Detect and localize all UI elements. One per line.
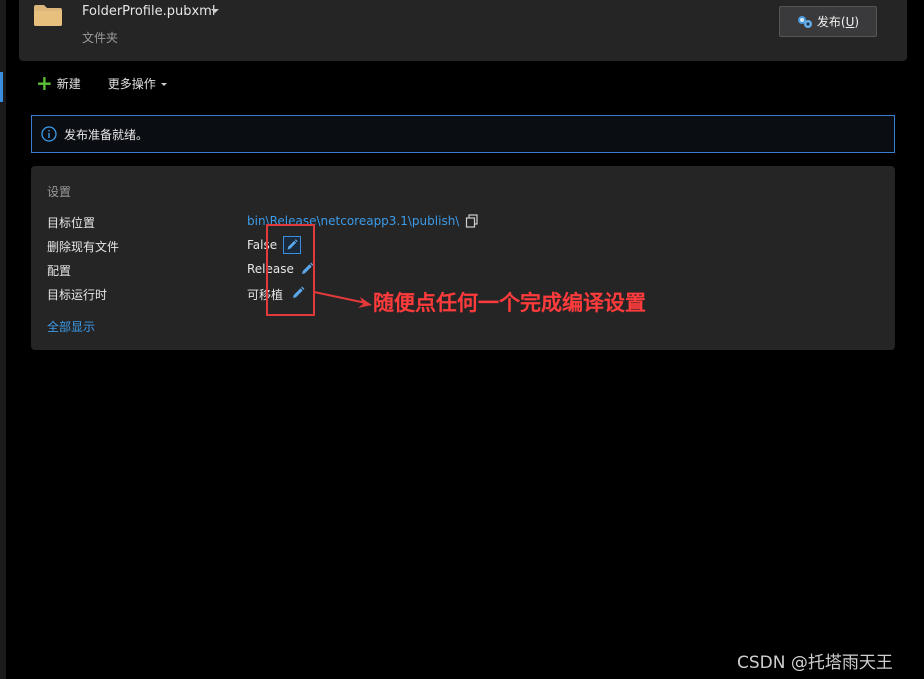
info-icon [41, 126, 57, 142]
plus-icon: + [36, 71, 53, 95]
publish-label: 发布(U) [816, 15, 860, 29]
annotation-arrow [313, 291, 372, 308]
more-actions-label: 更多操作 [107, 76, 156, 91]
settings-title: 设置 [47, 185, 72, 199]
annotation-box [266, 224, 315, 316]
profile-type: 文件夹 [82, 31, 119, 45]
setting-label-target-location: 目标位置 [47, 216, 96, 230]
annotation-text: 随便点任何一个完成编译设置 [373, 291, 646, 315]
setting-label-delete-existing: 删除现有文件 [47, 240, 120, 254]
left-accent-marker [0, 72, 3, 102]
more-actions-button[interactable]: 更多操作 [108, 75, 167, 92]
copy-icon[interactable] [465, 214, 479, 228]
settings-panel: 设置 目标位置 bin\Release\netcoreapp3.1\publis… [31, 166, 895, 350]
setting-label-target-runtime: 目标运行时 [47, 288, 108, 302]
publish-button[interactable]: 发布(U) [779, 6, 877, 37]
toolbar: + 新建 更多操作 [36, 73, 167, 93]
new-button[interactable]: + 新建 [36, 71, 81, 95]
info-message: 发布准备就绪。 [64, 127, 149, 142]
publish-icon [797, 15, 812, 28]
setting-label-configuration: 配置 [47, 264, 72, 278]
folder-icon [34, 5, 62, 26]
show-all-link[interactable]: 全部显示 [47, 318, 95, 335]
watermark: CSDN @托塔雨天王 [737, 653, 893, 673]
chevron-down-icon[interactable] [211, 9, 219, 13]
chevron-down-icon [160, 82, 167, 86]
new-label: 新建 [56, 76, 81, 91]
info-bar: 发布准备就绪。 [31, 115, 895, 153]
profile-name[interactable]: FolderProfile.pubxml [82, 4, 215, 19]
profile-header: FolderProfile.pubxml 文件夹 发布(U) [19, 0, 907, 61]
